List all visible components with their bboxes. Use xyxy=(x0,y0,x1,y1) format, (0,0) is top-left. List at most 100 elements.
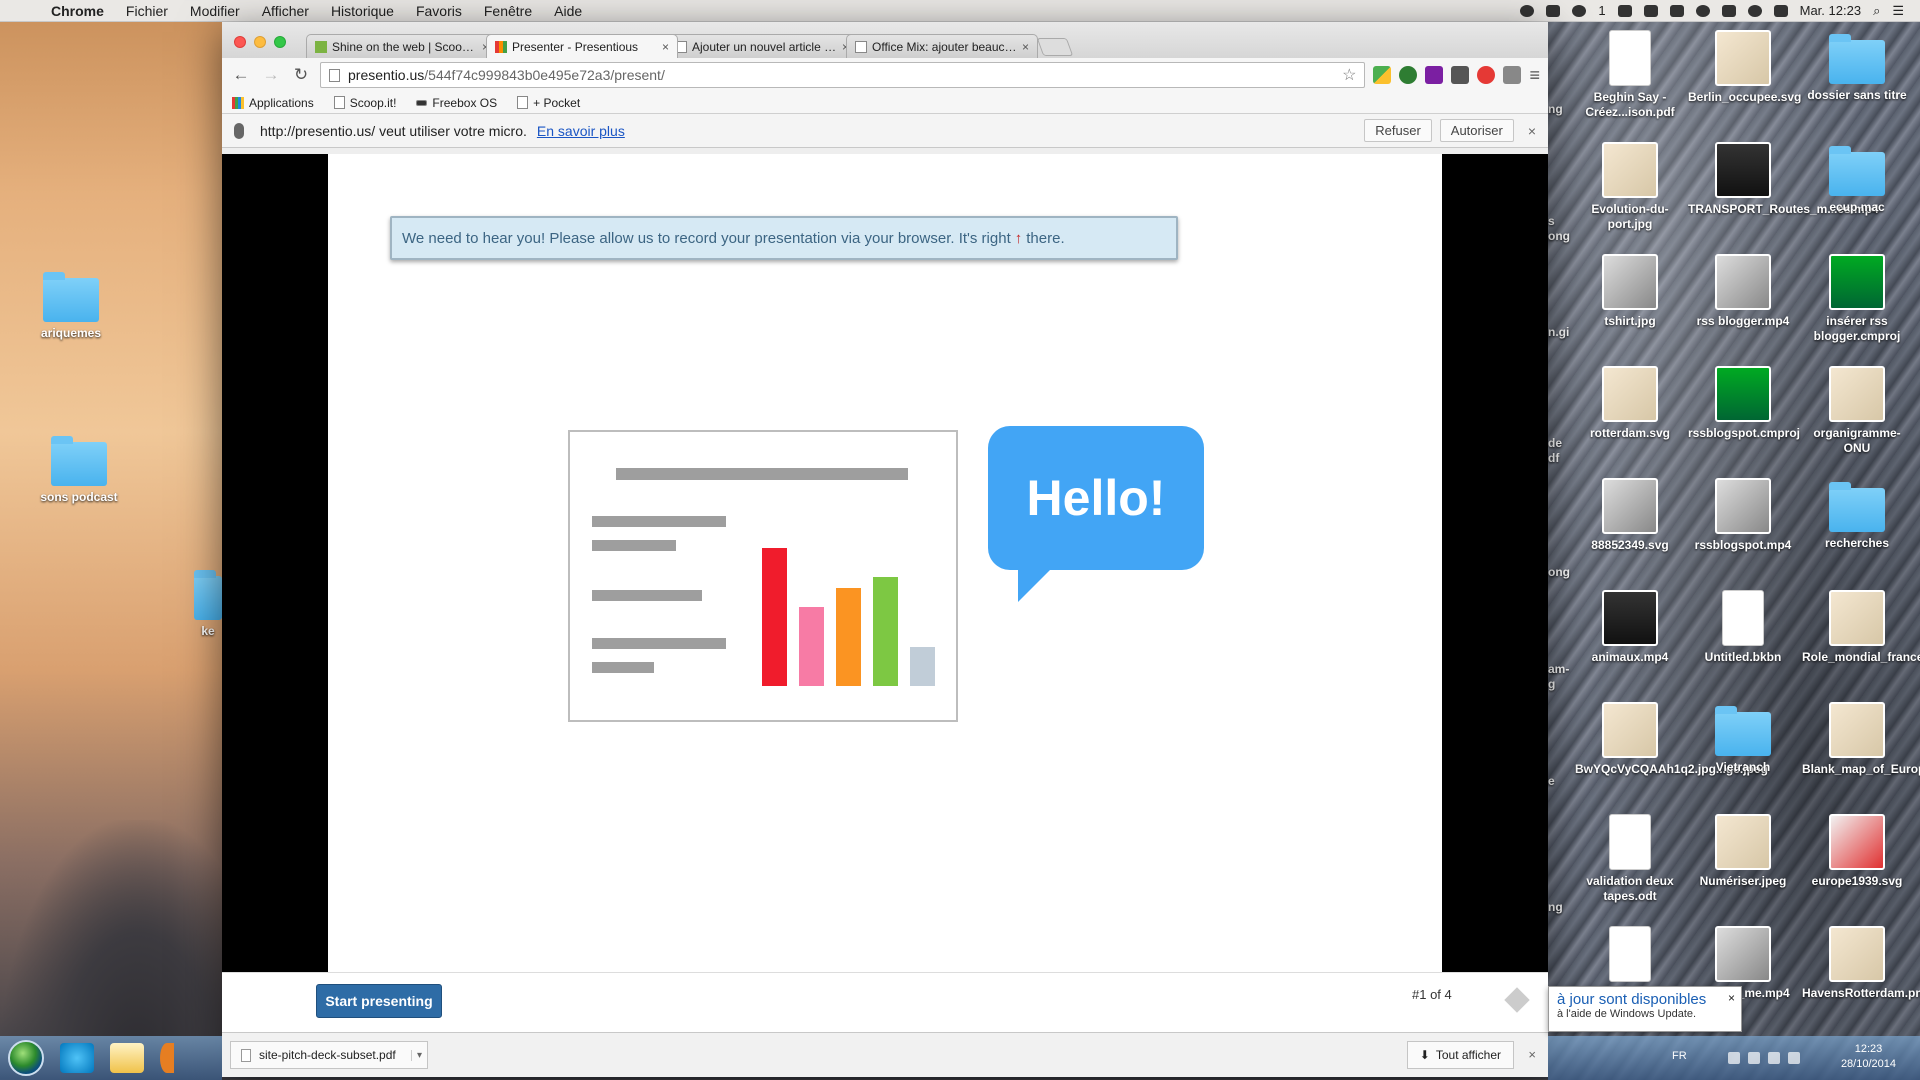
desktop-file-icon[interactable]: Blank_map_of_Europe_...939.svg xyxy=(1802,702,1920,777)
close-infobar-icon[interactable]: × xyxy=(1528,123,1536,139)
desktop-folder-sons-podcast[interactable]: sons podcast xyxy=(24,432,134,505)
cast-icon[interactable] xyxy=(1503,66,1522,84)
bookmark-applications[interactable]: Applications xyxy=(232,96,314,110)
download-item[interactable]: site-pitch-deck-subset.pdf ▾ xyxy=(230,1041,428,1069)
menu-app-name[interactable]: Chrome xyxy=(40,3,115,19)
internet-explorer-icon[interactable] xyxy=(60,1043,94,1073)
desktop-file-icon[interactable]: 88852349.svg xyxy=(1575,478,1685,553)
bookmark-scoopit[interactable]: Scoop.it! xyxy=(333,96,396,110)
adobe-status-count[interactable]: 1 xyxy=(1598,3,1605,18)
airplay-icon[interactable] xyxy=(1669,4,1684,17)
cloud-icon[interactable] xyxy=(1617,4,1632,17)
desktop-file-icon[interactable]: europe1939.svg xyxy=(1802,814,1912,889)
close-balloon-icon[interactable]: × xyxy=(1728,991,1735,1005)
taskbar-clock[interactable]: 12:23 28/10/2014 xyxy=(1841,1042,1896,1072)
menu-list-icon[interactable]: ☰ xyxy=(1892,3,1904,19)
forward-arrow-icon[interactable]: → xyxy=(260,65,282,85)
desktop-file-icon[interactable] xyxy=(1575,926,1685,986)
bluetooth-icon[interactable] xyxy=(1721,4,1736,17)
flag-icon[interactable] xyxy=(1748,1052,1760,1064)
close-tab-icon[interactable]: × xyxy=(1022,40,1029,54)
close-window-button[interactable] xyxy=(234,36,246,48)
desktop-file-icon[interactable]: Role_mondial_france xyxy=(1802,590,1920,665)
desktop-file-icon[interactable]: Untitled.bkbn xyxy=(1688,590,1798,665)
desktop-folder-ariquemes[interactable]: ariquemes xyxy=(16,268,126,341)
desktop-file-icon[interactable]: rss blogger.mp4 xyxy=(1688,254,1798,329)
zoom-window-button[interactable] xyxy=(274,36,286,48)
desktop-file-icon[interactable]: Berlin_occupee.svg xyxy=(1688,30,1801,105)
show-all-downloads-button[interactable]: ⬇ Tout afficher xyxy=(1406,1041,1514,1069)
chrome-menu-icon[interactable]: ≡ xyxy=(1529,65,1540,86)
sync-icon[interactable] xyxy=(1572,4,1587,17)
desktop-edge-fragment: am-g xyxy=(1548,662,1570,691)
learn-more-link[interactable]: En savoir plus xyxy=(537,123,625,139)
menu-afficher[interactable]: Afficher xyxy=(251,3,320,19)
bookmark-star-icon[interactable]: ☆ xyxy=(1342,65,1356,85)
notification-icon[interactable] xyxy=(1520,4,1535,17)
menu-favoris[interactable]: Favoris xyxy=(405,3,473,19)
bookmark-pocket[interactable]: + Pocket xyxy=(517,96,580,110)
google-drive-icon[interactable] xyxy=(1643,4,1658,17)
start-presenting-button[interactable]: Start presenting xyxy=(316,984,442,1018)
language-indicator[interactable]: FR xyxy=(1672,1050,1687,1062)
close-tab-icon[interactable]: × xyxy=(662,40,669,54)
evernote-icon[interactable] xyxy=(1399,66,1418,84)
volume-icon[interactable] xyxy=(1773,4,1788,17)
menu-fenetre[interactable]: Fenêtre xyxy=(473,3,543,19)
tab-ajouter-article[interactable]: Ajouter un nouvel article ‹ L × xyxy=(666,34,858,58)
menu-fichier[interactable]: Fichier xyxy=(115,3,179,19)
minimize-window-button[interactable] xyxy=(254,36,266,48)
tab-scoopit[interactable]: Shine on the web | Scoop.it × xyxy=(306,34,498,58)
extension-icon[interactable] xyxy=(1373,66,1392,84)
new-tab-button[interactable] xyxy=(1036,38,1074,56)
windows-update-balloon[interactable]: à jour sont disponibles à l'aide de Wind… xyxy=(1548,986,1742,1032)
desktop-file-icon[interactable]: recherches xyxy=(1802,478,1912,551)
file-explorer-icon[interactable] xyxy=(110,1043,144,1073)
onenote-icon[interactable] xyxy=(1425,66,1444,84)
desktop-file-icon[interactable]: ecup mac xyxy=(1802,142,1912,215)
desktop-file-icon[interactable]: HavensRotterdam.png xyxy=(1802,926,1920,1001)
desktop-file-icon[interactable]: animaux.mp4 xyxy=(1575,590,1685,665)
desktop-file-icon[interactable]: rssblogspot.cmproj xyxy=(1688,366,1800,441)
time-machine-icon[interactable] xyxy=(1695,4,1710,17)
chevron-down-icon[interactable]: ▾ xyxy=(411,1049,427,1061)
bookmark-freebox[interactable]: Freebox OS xyxy=(416,96,497,110)
menu-historique[interactable]: Historique xyxy=(320,3,405,19)
desktop-file-icon[interactable]: tshirt.jpg xyxy=(1575,254,1685,329)
desktop-folder-partial[interactable]: ke xyxy=(194,566,222,639)
reload-icon[interactable]: ↻ xyxy=(290,65,312,85)
menu-aide[interactable]: Aide xyxy=(543,3,593,19)
network-icon[interactable] xyxy=(1768,1052,1780,1064)
desktop-file-icon[interactable]: insérer rss blogger.cmproj xyxy=(1802,254,1912,344)
wifi-icon[interactable] xyxy=(1747,4,1762,17)
close-downloads-icon[interactable]: × xyxy=(1528,1047,1536,1062)
tray-up-icon[interactable] xyxy=(1728,1052,1740,1064)
dropbox-icon[interactable] xyxy=(1546,4,1561,17)
reader-icon[interactable] xyxy=(1451,66,1470,84)
desktop-file-icon[interactable]: Numériser.jpeg xyxy=(1688,814,1798,889)
navigation-diamond-icon[interactable] xyxy=(1504,987,1530,1013)
windows-start-icon[interactable] xyxy=(8,1040,44,1076)
desktop-file-icon[interactable]: Beghin Say - Créez...ison.pdf xyxy=(1575,30,1685,120)
desktop-file-icon[interactable]: Vietranch xyxy=(1688,702,1798,775)
deny-button[interactable]: Refuser xyxy=(1364,119,1432,142)
desktop-file-icon[interactable]: organigramme-ONU xyxy=(1802,366,1912,456)
media-player-icon[interactable] xyxy=(160,1043,174,1073)
desktop-file-icon[interactable]: rotterdam.svg xyxy=(1575,366,1685,441)
desktop-file-icon[interactable]: Evolution-du-port.jpg xyxy=(1575,142,1685,232)
lastpass-icon[interactable] xyxy=(1477,66,1496,84)
tab-office-mix[interactable]: Office Mix: ajouter beaucou × xyxy=(846,34,1038,58)
address-bar[interactable]: presentio.us/544f74c999843b0e495e72a3/pr… xyxy=(320,62,1366,88)
menu-modifier[interactable]: Modifier xyxy=(179,3,251,19)
spotlight-icon[interactable]: ⌕ xyxy=(1873,3,1880,19)
allow-button[interactable]: Autoriser xyxy=(1439,119,1514,142)
menubar-clock[interactable]: Mar. 12:23 xyxy=(1800,3,1861,18)
back-arrow-icon[interactable]: ← xyxy=(230,65,252,85)
tab-presentious[interactable]: Presenter - Presentious × xyxy=(486,34,678,58)
desktop-file-icon[interactable]: dossier sans titre xyxy=(1802,30,1912,103)
desktop-file-icon[interactable]: TRANSPORT_Routes_m...es.mp4 xyxy=(1688,142,1879,217)
desktop-file-icon[interactable]: rssblogspot.mp4 xyxy=(1688,478,1798,553)
desktop-file-icon[interactable]: validation deux tapes.odt xyxy=(1575,814,1685,904)
desktop-file-icon[interactable]: BwYQcVyCQAAh1q2.jpg...ge.jpeg xyxy=(1575,702,1768,777)
speaker-icon[interactable] xyxy=(1788,1052,1800,1064)
